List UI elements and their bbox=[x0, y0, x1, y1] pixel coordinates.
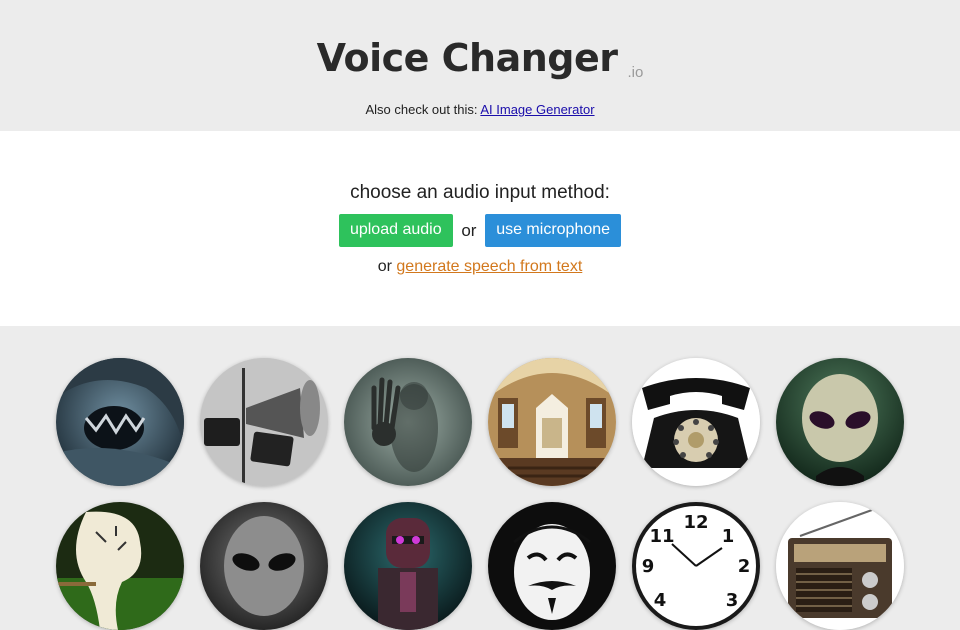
voice-option[interactable] bbox=[200, 358, 328, 486]
svg-text:3: 3 bbox=[726, 590, 739, 611]
radio-icon bbox=[776, 502, 904, 630]
or-separator: or bbox=[377, 258, 392, 275]
megaphone-icon bbox=[200, 358, 328, 486]
rotary-telephone-icon bbox=[632, 358, 760, 486]
voice-option[interactable] bbox=[200, 502, 328, 630]
voice-option[interactable] bbox=[56, 502, 184, 630]
input-buttons: upload audio or use microphone bbox=[0, 214, 960, 247]
svg-text:2: 2 bbox=[738, 556, 751, 577]
voice-option[interactable] bbox=[488, 358, 616, 486]
tts-line: or generate speech from text bbox=[0, 258, 960, 276]
upload-audio-button[interactable]: upload audio bbox=[338, 214, 453, 247]
site-title[interactable]: Voice Changer bbox=[317, 36, 618, 80]
anonymous-mask-icon bbox=[488, 502, 616, 630]
voice-option[interactable] bbox=[56, 358, 184, 486]
voice-option[interactable]: 12 1 2 3 4 9 11 bbox=[632, 502, 760, 630]
grey-alien-icon bbox=[200, 502, 328, 630]
voice-option[interactable] bbox=[488, 502, 616, 630]
robot-icon bbox=[344, 502, 472, 630]
or-separator: or bbox=[461, 220, 477, 240]
site-title-suffix: .io bbox=[627, 64, 644, 81]
voice-option[interactable] bbox=[632, 358, 760, 486]
voice-option[interactable] bbox=[776, 502, 904, 630]
svg-text:1: 1 bbox=[722, 526, 735, 547]
alien-icon bbox=[776, 358, 904, 486]
ghost-hand-icon bbox=[344, 358, 472, 486]
input-method-prompt: choose an audio input method: bbox=[350, 182, 610, 203]
melting-clock-icon bbox=[56, 502, 184, 630]
use-microphone-button[interactable]: use microphone bbox=[485, 214, 622, 247]
cave-monster-icon bbox=[56, 358, 184, 486]
voice-option[interactable] bbox=[344, 358, 472, 486]
svg-text:9: 9 bbox=[642, 556, 655, 577]
svg-text:12: 12 bbox=[683, 512, 708, 533]
clock-icon: 12 12 3 4 9 11 bbox=[632, 502, 760, 630]
svg-text:11: 11 bbox=[649, 526, 674, 547]
promo-prefix: Also check out this: bbox=[365, 102, 478, 117]
generate-speech-link[interactable]: generate speech from text bbox=[396, 258, 582, 275]
title-row: Voice Changer .io bbox=[0, 36, 960, 81]
voice-option[interactable] bbox=[776, 358, 904, 486]
svg-text:4: 4 bbox=[654, 590, 667, 611]
header: Voice Changer .io Also check out this: AI… bbox=[0, 0, 960, 131]
input-panel: choose an audio input method: upload aud… bbox=[0, 131, 960, 326]
voice-gallery: 12 1 2 3 4 9 11 bbox=[0, 326, 960, 630]
voice-option[interactable] bbox=[344, 502, 472, 630]
cathedral-icon bbox=[488, 358, 616, 486]
ai-image-generator-link[interactable]: AI Image Generator bbox=[480, 102, 594, 117]
promo-line: Also check out this: AI Image Generator bbox=[0, 102, 960, 117]
